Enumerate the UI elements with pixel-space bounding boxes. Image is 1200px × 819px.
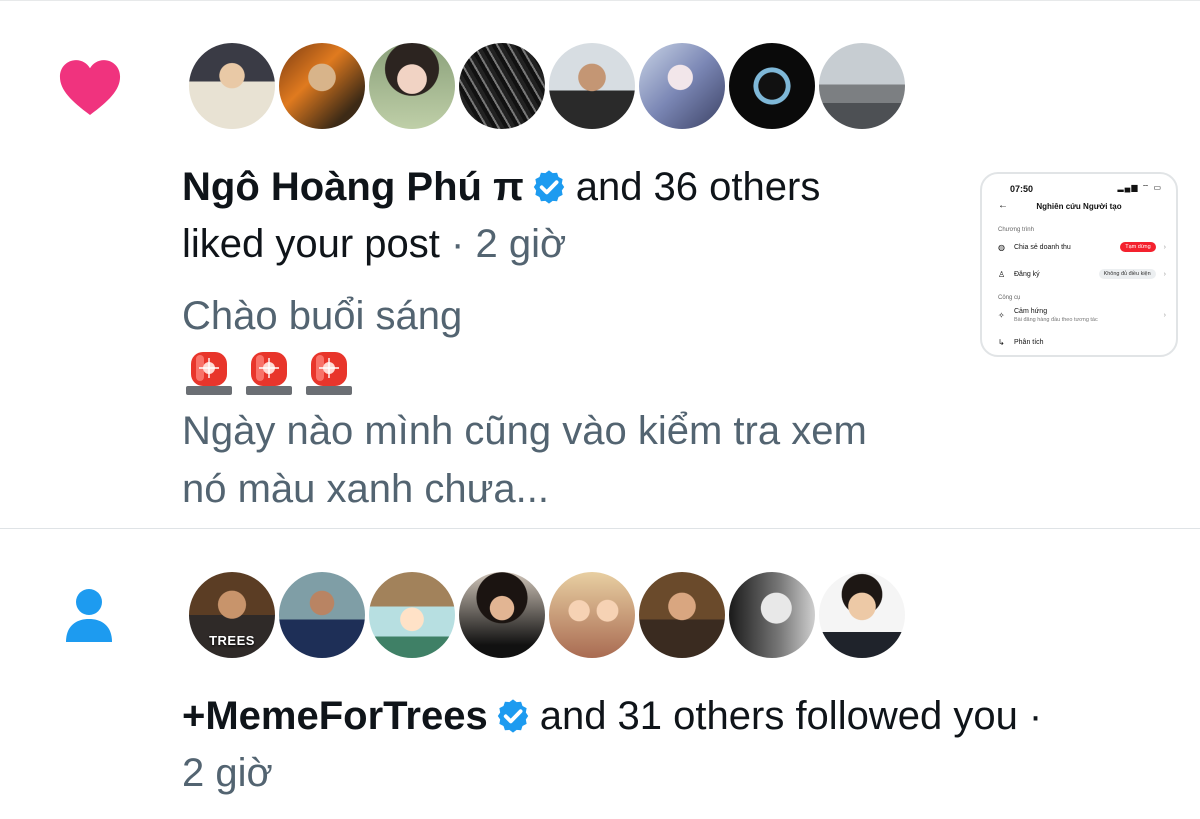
follow-summary-line: +MemeForTrees and 31 others followed you … — [182, 692, 1042, 740]
avatar[interactable] — [366, 40, 458, 132]
like-action-line: liked your post · 2 giờ — [182, 220, 566, 268]
siren-emoji-icon — [186, 352, 232, 395]
thumb-row-revenue: ◍ Chia sẻ doanh thu Tạm dừng › — [998, 242, 1166, 252]
thumb-clock: 07:50 — [1010, 184, 1034, 194]
like-summary-line: Ngô Hoàng Phú π and 36 others — [182, 163, 820, 211]
avatar[interactable] — [546, 569, 638, 661]
chevron-right-icon: › — [1163, 270, 1166, 278]
chevron-right-icon: › — [1163, 312, 1166, 319]
post-media-thumbnail[interactable]: 07:50 ▂▄▆ ⌔ ▭ ← Nghiên cứu Người tạo Chư… — [980, 172, 1178, 357]
thumb-row-analytics: ↳ Phân tích — [998, 338, 1044, 347]
siren-emoji-icon — [306, 352, 352, 395]
avatar[interactable]: TREES — [186, 569, 278, 661]
actor-name[interactable]: Ngô Hoàng Phú π — [182, 165, 524, 209]
avatar[interactable] — [636, 569, 728, 661]
post-text-line-2: Ngày nào mình cũng vào kiểm tra xem — [182, 409, 867, 453]
liker-avatars — [186, 40, 908, 132]
post-text-line-3: nó màu xanh chưa... — [182, 467, 549, 511]
thumb-row-subscription: ♙ Đăng ký Không đủ điều kiện › — [998, 269, 1166, 279]
follow-summary-text: and 31 others followed you · — [539, 694, 1043, 738]
status-badge: Không đủ điều kiện — [1098, 269, 1156, 279]
avatar[interactable] — [276, 40, 368, 132]
thumb-row-inspiration: ✧ Cảm hứng Bài đăng hàng đầu theo tương t… — [998, 308, 1166, 323]
verified-badge-icon — [533, 170, 564, 204]
avatar[interactable] — [276, 569, 368, 661]
avatar[interactable] — [726, 40, 818, 132]
avatar[interactable] — [186, 40, 278, 132]
like-notification[interactable]: Ngô Hoàng Phú π and 36 others liked your … — [0, 0, 1200, 528]
avatar-caption: TREES — [209, 633, 255, 648]
verified-badge-icon — [497, 699, 528, 733]
avatar[interactable] — [816, 569, 908, 661]
others-count: and 36 others — [575, 165, 821, 209]
thumb-title: Nghiên cứu Người tạo — [1036, 202, 1122, 211]
status-badge: Tạm dừng — [1120, 242, 1156, 252]
subscription-icon: ♙ — [998, 269, 1006, 279]
avatar[interactable] — [366, 569, 458, 661]
timestamp: 2 giờ — [182, 751, 273, 795]
thumb-status-icons: ▂▄▆ ⌔ ▭ — [1117, 183, 1162, 192]
sparkle-icon: ✧ — [998, 311, 1005, 320]
emoji-row — [186, 346, 352, 396]
action-text: liked your post — [182, 222, 440, 266]
avatar[interactable] — [726, 569, 818, 661]
siren-emoji-icon — [246, 352, 292, 395]
avatar[interactable] — [456, 40, 548, 132]
person-icon — [66, 589, 112, 642]
avatar[interactable] — [636, 40, 728, 132]
follower-avatars: TREES — [186, 569, 908, 661]
thumb-section-programs: Chương trình — [998, 227, 1034, 233]
timestamp: · 2 giờ — [451, 222, 567, 266]
avatar[interactable] — [546, 40, 638, 132]
analytics-icon: ↳ — [998, 338, 1005, 347]
avatar[interactable] — [456, 569, 548, 661]
thumb-section-tools: Công cụ — [998, 295, 1021, 301]
post-text-line-1: Chào buổi sáng — [182, 294, 463, 338]
revenue-share-icon: ◍ — [998, 242, 1005, 252]
chevron-right-icon: › — [1163, 243, 1166, 251]
avatar[interactable] — [816, 40, 908, 132]
heart-icon — [59, 60, 121, 115]
actor-name[interactable]: +MemeForTrees — [182, 694, 488, 738]
